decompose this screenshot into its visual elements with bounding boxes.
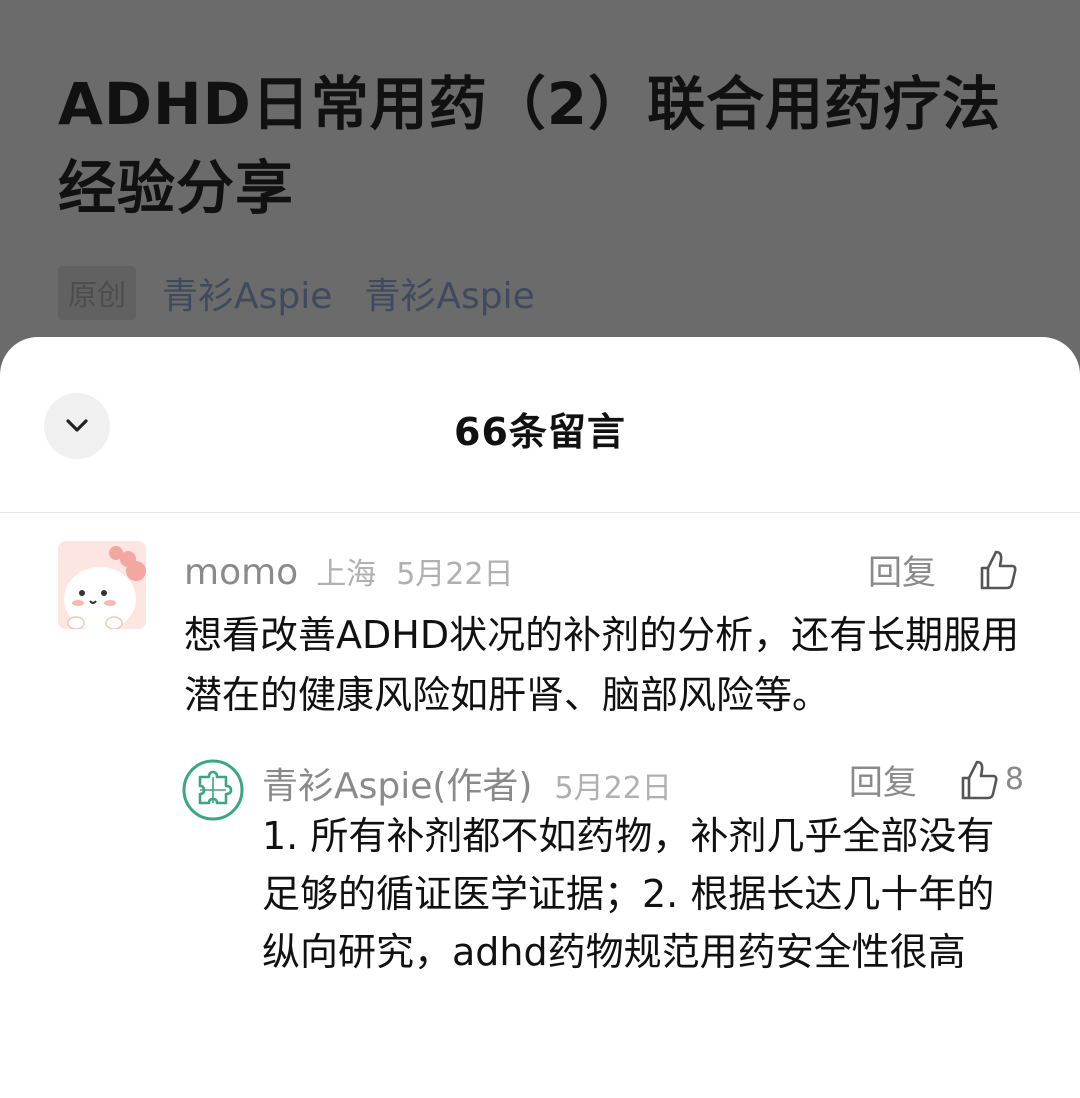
reply-item: 青衫Aspie(作者) 5月22日 回复 8 1. 所有补剂都不如药物，补剂几乎… [0,745,1080,1098]
comment-date: 5月22日 [396,557,514,592]
author-avatar[interactable] [182,759,244,821]
reply-button[interactable]: 回复 [849,755,917,804]
comment-item: momo 上海 5月22日 回复 想看改善ADHD状况的补剂的分析，还有长期服用… [0,513,1080,733]
reply-button[interactable]: 回复 [868,545,936,594]
original-tag: 原创 [58,266,137,320]
like-button[interactable]: 8 [957,758,1024,802]
comment-location: 上海 [316,557,377,592]
comment-author[interactable]: momo [184,552,298,593]
puzzle-logo-icon [182,759,244,821]
reply-meta: 青衫Aspie(作者) 5月22日 [262,757,672,809]
like-button[interactable] [976,548,1020,592]
thumbs-up-icon [961,760,998,799]
reply-text: 1. 所有补剂都不如药物，补剂几乎全部没有足够的循证医学证据；2. 根据长达几十… [262,814,995,974]
comment-meta: momo 上海 5月22日 [184,549,513,593]
like-count: 8 [1004,762,1024,797]
article-meta: 原创 青衫Aspie 青衫Aspie [58,266,567,320]
avatar[interactable] [58,541,146,629]
reply-actions: 回复 8 [849,755,1024,804]
sheet-header: 66条留言 [0,337,1080,513]
thumbs-up-icon [980,550,1017,589]
reply-date: 5月22日 [554,771,672,806]
comments-sheet: 66条留言 momo 上海 5月22日 回复 想看改善ADHD状况的补剂的分析，… [0,337,1080,1098]
article-title: ADHD日常用药（2）联合用药疗法经验分享 [58,70,1002,222]
comment-actions: 回复 [868,545,1020,594]
comment-text: 想看改善ADHD状况的补剂的分析，还有长期服用潜在的健康风险如肝肾、脑部风险等。 [184,613,1020,717]
avatar-image [58,541,146,629]
account-name-link[interactable]: 青衫Aspie [162,267,332,319]
comment-count-title: 66条留言 [454,410,626,454]
account-name-secondary[interactable]: 青衫Aspie [364,267,534,319]
article-background: ADHD日常用药（2）联合用药疗法经验分享 原创 青衫Aspie 青衫Aspie [0,0,1080,360]
reply-author[interactable]: 青衫Aspie(作者) [262,757,532,809]
